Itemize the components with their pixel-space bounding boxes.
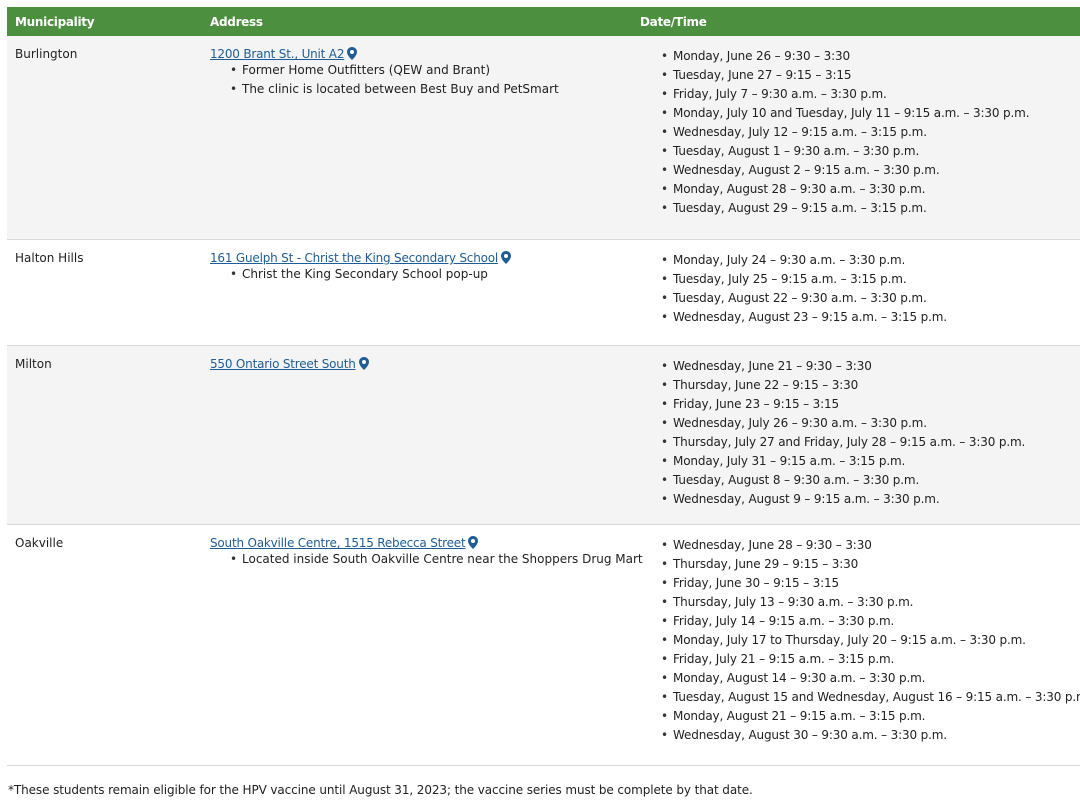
address-link-text: 1200 Brant St., Unit A2 <box>210 47 345 61</box>
date-item: Monday, August 28 – 9:30 a.m. – 3:30 p.m… <box>656 180 1029 199</box>
date-item: Monday, August 14 – 9:30 a.m. – 3:30 p.m… <box>656 669 1080 688</box>
map-pin-icon <box>501 251 512 264</box>
address-link[interactable]: South Oakville Centre, 1515 Rebecca Stre… <box>210 536 479 550</box>
table-row: Burlington 1200 Brant St., Unit A2 Forme… <box>7 36 1080 240</box>
date-item: Monday, August 21 – 9:15 a.m. – 3:15 p.m… <box>656 707 1080 726</box>
table-row: Oakville South Oakville Centre, 1515 Reb… <box>7 525 1080 766</box>
date-item: Thursday, July 13 – 9:30 a.m. – 3:30 p.m… <box>656 593 1080 612</box>
date-item: Wednesday, August 30 – 9:30 a.m. – 3:30 … <box>656 726 1080 745</box>
address-note: Former Home Outfitters (QEW and Brant) <box>210 61 559 80</box>
address-link-text: 550 Ontario Street South <box>210 357 356 371</box>
date-item: Wednesday, August 9 – 9:15 a.m. – 3:30 p… <box>656 490 1025 509</box>
date-item: Friday, June 30 – 9:15 – 3:15 <box>656 574 1080 593</box>
clinic-schedule-table: Municipality Address Date/Time Burlingto… <box>7 7 1080 766</box>
date-item: Wednesday, August 23 – 9:15 a.m. – 3:15 … <box>656 308 947 327</box>
address-note: Christ the King Secondary School pop-up <box>210 265 511 284</box>
date-item: Tuesday, August 29 – 9:15 a.m. – 3:15 p.… <box>656 199 1029 218</box>
address-notes: Christ the King Secondary School pop-up <box>210 265 511 284</box>
date-list: Monday, July 24 – 9:30 a.m. – 3:30 p.m. … <box>656 251 947 327</box>
date-item: Friday, July 14 – 9:15 a.m. – 3:30 p.m. <box>656 612 1080 631</box>
date-item: Wednesday, June 21 – 9:30 – 3:30 <box>656 357 1025 376</box>
address-cell: 161 Guelph St - Christ the King Secondar… <box>210 251 512 284</box>
date-item: Wednesday, July 12 – 9:15 a.m. – 3:15 p.… <box>656 123 1029 142</box>
date-item: Monday, July 31 – 9:15 a.m. – 3:15 p.m. <box>656 452 1025 471</box>
address-link-text: South Oakville Centre, 1515 Rebecca Stre… <box>210 536 466 550</box>
address-link[interactable]: 550 Ontario Street South <box>210 357 369 371</box>
municipality-cell: Burlington <box>15 47 78 61</box>
date-list: Wednesday, June 21 – 9:30 – 3:30 Thursda… <box>656 357 1025 509</box>
address-link[interactable]: 1200 Brant St., Unit A2 <box>210 47 358 61</box>
date-item: Monday, July 17 to Thursday, July 20 – 9… <box>656 631 1080 650</box>
header-datetime: Date/Time <box>640 15 707 29</box>
date-item: Tuesday, July 25 – 9:15 a.m. – 3:15 p.m. <box>656 270 947 289</box>
header-address: Address <box>210 15 263 29</box>
date-item: Wednesday, August 2 – 9:15 a.m. – 3:30 p… <box>656 161 1029 180</box>
municipality-cell: Oakville <box>15 536 64 550</box>
date-item: Tuesday, June 27 – 9:15 – 3:15 <box>656 66 1029 85</box>
municipality-cell: Halton Hills <box>15 251 84 265</box>
header-municipality: Municipality <box>15 15 95 29</box>
date-item: Tuesday, August 15 and Wednesday, August… <box>656 688 1080 707</box>
date-item: Friday, July 7 – 9:30 a.m. – 3:30 p.m. <box>656 85 1029 104</box>
date-item: Monday, July 24 – 9:30 a.m. – 3:30 p.m. <box>656 251 947 270</box>
map-pin-icon <box>468 536 479 549</box>
map-pin-icon <box>358 357 369 370</box>
date-item: Wednesday, July 26 – 9:30 a.m. – 3:30 p.… <box>656 414 1025 433</box>
address-notes: Located inside South Oakville Centre nea… <box>210 550 643 569</box>
address-note: Located inside South Oakville Centre nea… <box>210 550 643 569</box>
date-item: Monday, June 26 – 9:30 – 3:30 <box>656 47 1029 66</box>
map-pin-icon <box>347 47 358 60</box>
date-list: Monday, June 26 – 9:30 – 3:30 Tuesday, J… <box>656 47 1030 218</box>
address-link[interactable]: 161 Guelph St - Christ the King Secondar… <box>210 251 512 265</box>
table-header: Municipality Address Date/Time <box>7 7 1080 36</box>
date-item: Thursday, June 22 – 9:15 – 3:30 <box>656 376 1025 395</box>
date-item: Thursday, June 29 – 9:15 – 3:30 <box>656 555 1080 574</box>
date-item: Tuesday, August 1 – 9:30 a.m. – 3:30 p.m… <box>656 142 1029 161</box>
address-note: The clinic is located between Best Buy a… <box>210 80 559 99</box>
date-item: Monday, July 10 and Tuesday, July 11 – 9… <box>656 104 1030 123</box>
table-row: Halton Hills 161 Guelph St - Christ the … <box>7 240 1080 346</box>
date-item: Friday, July 21 – 9:15 a.m. – 3:15 p.m. <box>656 650 1080 669</box>
date-item: Friday, June 23 – 9:15 – 3:15 <box>656 395 1025 414</box>
table-row: Milton 550 Ontario Street South Wednesda… <box>7 346 1080 525</box>
address-cell: South Oakville Centre, 1515 Rebecca Stre… <box>210 536 643 569</box>
footnote: *These students remain eligible for the … <box>8 783 753 797</box>
address-link-text: 161 Guelph St - Christ the King Secondar… <box>210 251 499 265</box>
date-item: Thursday, July 27 and Friday, July 28 – … <box>656 433 1025 452</box>
municipality-cell: Milton <box>15 357 52 371</box>
date-list: Wednesday, June 28 – 9:30 – 3:30 Thursda… <box>656 536 1080 745</box>
date-item: Tuesday, August 8 – 9:30 a.m. – 3:30 p.m… <box>656 471 1025 490</box>
address-notes: Former Home Outfitters (QEW and Brant) T… <box>210 61 559 99</box>
date-item: Wednesday, June 28 – 9:30 – 3:30 <box>656 536 1080 555</box>
address-cell: 550 Ontario Street South <box>210 357 369 371</box>
address-cell: 1200 Brant St., Unit A2 Former Home Outf… <box>210 47 559 99</box>
date-item: Tuesday, August 22 – 9:30 a.m. – 3:30 p.… <box>656 289 947 308</box>
